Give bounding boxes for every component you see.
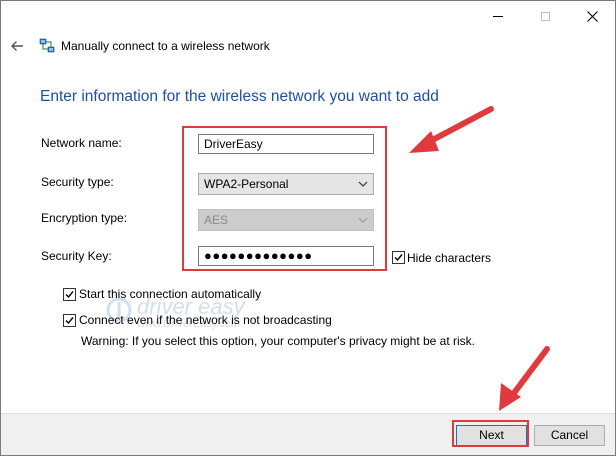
privacy-warning: Warning: If you select this option, your… bbox=[81, 334, 476, 348]
minimize-icon bbox=[493, 15, 503, 17]
security-type-label: Security type: bbox=[41, 175, 114, 189]
window-title: Manually connect to a wireless network bbox=[61, 39, 270, 53]
cancel-button[interactable]: Cancel bbox=[534, 425, 605, 446]
highlight-box-next bbox=[452, 420, 529, 447]
hide-characters-checkbox[interactable] bbox=[392, 251, 405, 264]
checkmark-icon bbox=[65, 291, 74, 299]
connect-not-broadcasting-checkbox[interactable] bbox=[63, 314, 76, 327]
highlight-box-fields bbox=[182, 126, 387, 271]
maximize-button bbox=[522, 1, 568, 31]
checkmark-icon bbox=[394, 254, 403, 262]
network-name-label: Network name: bbox=[41, 136, 122, 150]
dialog-window: Manually connect to a wireless network E… bbox=[0, 0, 616, 456]
close-button[interactable] bbox=[569, 1, 615, 31]
annotation-arrow-next bbox=[499, 346, 550, 411]
start-automatically-checkbox[interactable] bbox=[63, 288, 76, 301]
close-icon bbox=[586, 10, 598, 22]
annotation-arrow-fields bbox=[409, 106, 494, 153]
connect-not-broadcasting-label: Connect even if the network is not broad… bbox=[79, 313, 332, 327]
hide-characters-label: Hide characters bbox=[407, 251, 492, 265]
checkmark-icon bbox=[65, 317, 74, 325]
encryption-type-label: Encryption type: bbox=[41, 211, 128, 225]
minimize-button[interactable] bbox=[475, 1, 521, 31]
back-arrow-icon[interactable] bbox=[9, 38, 25, 54]
security-key-label: Security Key: bbox=[41, 249, 112, 263]
maximize-icon bbox=[540, 11, 550, 21]
start-automatically-label: Start this connection automatically bbox=[79, 287, 262, 301]
page-heading: Enter information for the wireless netwo… bbox=[40, 88, 439, 105]
network-icon bbox=[39, 38, 55, 53]
